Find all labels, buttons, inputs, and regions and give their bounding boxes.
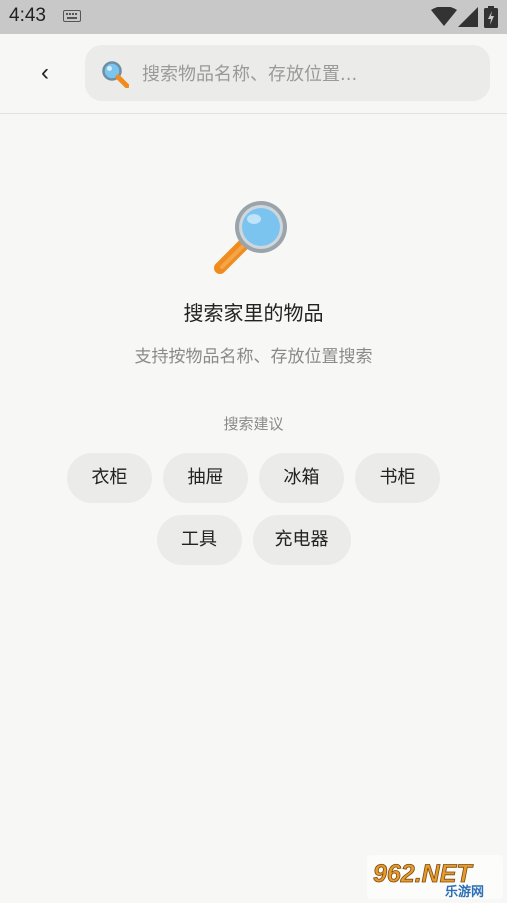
suggestion-chip-drawer[interactable]: 抽屉 bbox=[163, 453, 248, 503]
signal-icon bbox=[458, 7, 478, 27]
search-input[interactable] bbox=[140, 53, 474, 95]
suggestion-row-2: 工具 充电器 bbox=[0, 515, 507, 565]
watermark-sub-text: 乐游网 bbox=[445, 884, 484, 899]
suggestion-row-1: 衣柜 抽屉 冰箱 书柜 bbox=[0, 453, 507, 503]
suggestion-chip-tools[interactable]: 工具 bbox=[156, 515, 242, 565]
watermark-logo: 962.NET 乐游网 bbox=[367, 855, 503, 899]
suggestion-chip-charger[interactable]: 充电器 bbox=[252, 515, 351, 565]
empty-state-subtitle: 支持按物品名称、存放位置搜索 bbox=[134, 347, 373, 367]
suggestion-chip-fridge[interactable]: 冰箱 bbox=[259, 453, 344, 503]
battery-charging-icon bbox=[484, 6, 498, 28]
empty-state-title: 搜索家里的物品 bbox=[183, 301, 324, 325]
suggestion-chip-wardrobe[interactable]: 衣柜 bbox=[67, 453, 152, 503]
suggestions-title: 搜索建议 bbox=[223, 415, 284, 433]
status-bar: 4:43 bbox=[0, 0, 507, 34]
watermark-main-text: 962.NET bbox=[373, 860, 474, 888]
keyboard-icon bbox=[63, 10, 81, 22]
status-time: 4:43 bbox=[9, 5, 46, 26]
search-icon bbox=[102, 61, 129, 88]
wifi-icon bbox=[431, 7, 457, 26]
search-box[interactable] bbox=[85, 45, 490, 101]
back-button[interactable]: ‹ bbox=[30, 56, 60, 90]
search-header: ‹ bbox=[0, 34, 507, 114]
magnifier-illustration-icon bbox=[214, 201, 287, 274]
suggestion-chip-bookshelf[interactable]: 书柜 bbox=[355, 453, 440, 503]
